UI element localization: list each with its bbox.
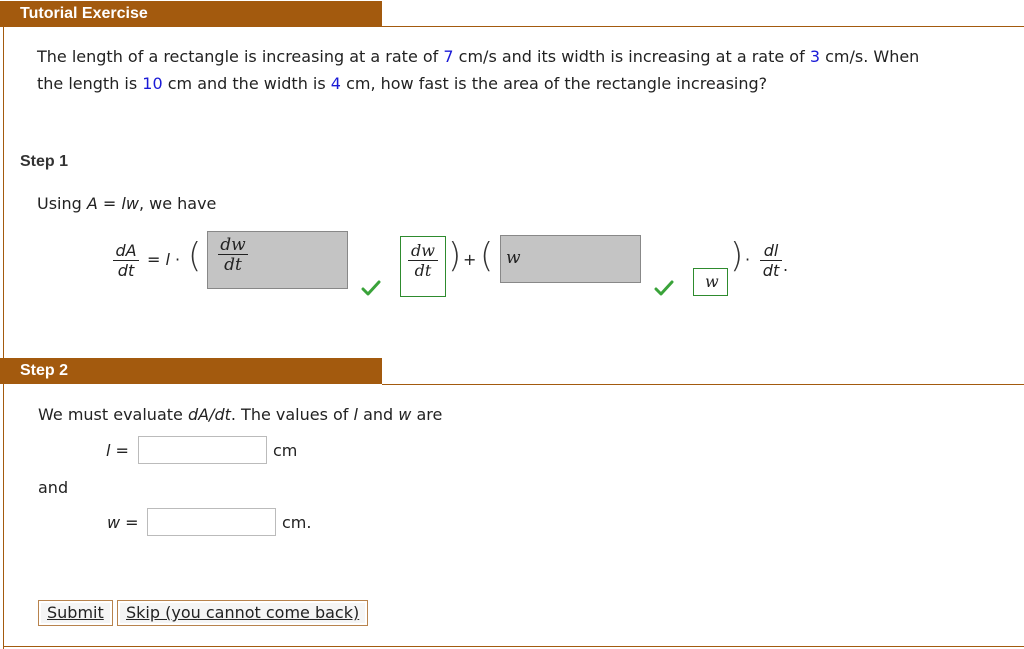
step1-intro: Using A = lw, we have (37, 194, 217, 213)
step1-label: Step 1 (20, 153, 69, 170)
w-unit: cm. (282, 513, 312, 532)
problem-line-1: The length of a rectangle is increasing … (37, 47, 920, 66)
problem-line-2: the length is 10 cm and the width is 4 c… (37, 74, 768, 93)
correct-answer-1: dw dt (400, 236, 446, 297)
step2-header: Step 2 (0, 358, 382, 384)
check-icon (654, 280, 674, 296)
and-text: and (38, 478, 69, 497)
dot-operator: · (745, 250, 751, 269)
l-label: l = (106, 441, 129, 460)
correct-answer-2: w (693, 268, 728, 296)
rate-width-value: 3 (809, 47, 820, 66)
width-input[interactable] (147, 508, 276, 536)
right-paren-2: ) (730, 236, 744, 276)
plus-sign: + (463, 250, 477, 269)
box2-value: w (506, 248, 521, 268)
length-value: 10 (142, 74, 163, 93)
w-label: w = (107, 513, 139, 532)
answer1-fraction: dw dt (408, 242, 438, 281)
skip-button[interactable]: Skip (you cannot come back) (117, 600, 369, 626)
header-rule (382, 26, 1024, 27)
period: . (783, 256, 789, 275)
step2-intro: We must evaluate dA/dt. The values of l … (38, 405, 443, 424)
l-unit: cm (273, 441, 298, 460)
answer2-value: w (705, 272, 719, 291)
equals-l-dot: = l · (147, 250, 181, 269)
length-input[interactable] (138, 436, 267, 464)
left-paren-2: ( (480, 236, 494, 276)
submit-button[interactable]: Submit (38, 600, 113, 626)
right-paren-1: ) (448, 236, 462, 276)
box1-fraction: dw dt (218, 236, 248, 275)
problem-statement: The length of a rectangle is increasing … (37, 43, 1017, 97)
answer-box-2[interactable]: w (500, 235, 641, 283)
bottom-rule (3, 646, 1024, 647)
rhs-fraction: dl dt (760, 242, 782, 281)
check-icon (361, 280, 381, 296)
left-border (3, 27, 4, 649)
answer-box-1[interactable]: dw dt (207, 231, 348, 289)
tutorial-header: Tutorial Exercise (0, 1, 382, 27)
width-value: 4 (330, 74, 341, 93)
rate-length-value: 7 (443, 47, 454, 66)
left-paren-1: ( (188, 236, 202, 276)
lhs-fraction: dA dt (113, 242, 139, 281)
step2-rule (382, 384, 1024, 385)
